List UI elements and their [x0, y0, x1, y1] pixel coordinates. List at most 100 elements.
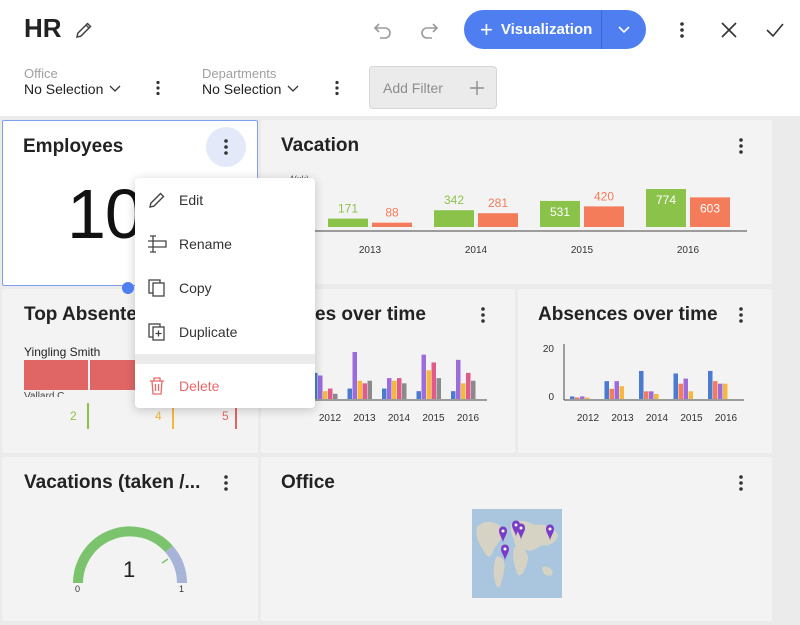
office-card[interactable]: Office: [261, 457, 772, 621]
confirm-check-icon[interactable]: [762, 17, 788, 43]
filter-departments[interactable]: Departments No Selection: [202, 66, 299, 97]
office-card-options-icon[interactable]: [729, 471, 753, 495]
absence-bar: [673, 373, 678, 399]
pencil-icon: [135, 190, 179, 210]
absence-bar: [649, 391, 654, 399]
vacation-bar: [372, 222, 412, 227]
undo-icon[interactable]: [370, 17, 396, 43]
absence-bar: [456, 359, 461, 399]
absence-bar: [570, 396, 575, 399]
menu-item-edit[interactable]: Edit: [135, 178, 315, 222]
duplicate-icon: [135, 322, 179, 342]
absence-bar: [24, 360, 88, 390]
edit-title-pencil-icon[interactable]: [72, 18, 96, 42]
vacations-gauge-card[interactable]: Vacations (taken /... 1 0 1: [2, 457, 258, 621]
x-tick-label: 2013: [359, 245, 382, 256]
vacation-card[interactable]: Vacation 4(xk) 1718820133422812014531420…: [261, 120, 772, 284]
absence-bar: [431, 362, 436, 399]
x-tick-label: 2013: [353, 413, 376, 424]
absence-bar: [323, 391, 328, 399]
card-title: Office: [281, 472, 335, 493]
absence-bar: [575, 397, 580, 399]
x-tick-label: 2015: [571, 245, 594, 256]
resize-handle[interactable]: [122, 282, 134, 294]
filter-value[interactable]: No Selection: [24, 81, 121, 97]
absences-over-time-card-2[interactable]: Absences over time 2012 2013 2014 2015 2016 2…: [518, 289, 772, 453]
plus-icon: [470, 80, 484, 95]
add-visualization-main[interactable]: + Visualization: [464, 10, 601, 49]
absence-bar: [614, 381, 619, 399]
filter-label: Office: [24, 66, 58, 81]
x-tick-label: 2014: [646, 413, 669, 424]
absence-bar: [585, 397, 590, 399]
add-filter-label: Add Filter: [383, 79, 443, 96]
absence-bar: [90, 360, 138, 390]
menu-item-label: Duplicate: [179, 324, 238, 340]
menu-item-label: Delete: [179, 378, 220, 394]
data-label: 88: [385, 206, 399, 220]
absence-bar: [318, 375, 323, 399]
gauge-chart: [73, 526, 187, 584]
filter-office[interactable]: Office No Selection: [24, 66, 121, 97]
vacation-bar: [328, 218, 368, 227]
absence-bar: [426, 370, 431, 399]
x-tick-label: 2015: [680, 413, 703, 424]
menu-item-duplicate[interactable]: Duplicate: [135, 310, 315, 354]
absence-bar: [683, 378, 688, 399]
filter-office-options-icon[interactable]: [148, 76, 168, 100]
redo-icon[interactable]: [416, 17, 442, 43]
tick-label: 4: [155, 409, 162, 423]
absence-bar: [678, 383, 683, 399]
add-filter-button[interactable]: Add Filter: [369, 66, 497, 109]
plus-icon: +: [480, 16, 493, 42]
visualization-dropdown-button[interactable]: [602, 10, 646, 49]
absence-bar: [619, 386, 624, 399]
close-icon[interactable]: [716, 17, 742, 43]
gauge-min: 0: [75, 584, 81, 594]
absence-bar: [713, 381, 718, 399]
chevron-down-icon: [109, 85, 121, 92]
x-tick-label: 2012: [577, 413, 600, 424]
gauge-remainder: [165, 545, 187, 584]
menu-item-rename[interactable]: Rename: [135, 222, 315, 266]
y-tick-label: 20: [543, 344, 555, 355]
menu-item-copy[interactable]: Copy: [135, 266, 315, 310]
absence-bar: [471, 380, 476, 399]
card-title: Employees: [23, 136, 124, 157]
add-visualization-button[interactable]: + Visualization: [464, 10, 646, 49]
rename-icon: [135, 234, 179, 254]
data-label: 281: [488, 196, 508, 210]
more-options-icon[interactable]: [670, 17, 694, 43]
x-tick-label: 2016: [457, 413, 480, 424]
menu-item-label: Copy: [179, 280, 212, 296]
gauge-needle: [161, 558, 169, 564]
vacation-chart: 171 88 2013 342 281 2014 531 420 2015 774 603 2016: [313, 189, 747, 256]
dashboard-title: HR: [24, 13, 62, 43]
data-label: 603: [700, 201, 720, 215]
x-tick-label: 2016: [677, 245, 700, 256]
absence-bar: [708, 370, 713, 399]
absence-bar: [604, 381, 609, 399]
filter-departments-options-icon[interactable]: [327, 76, 347, 100]
absence-bar: [644, 391, 649, 399]
menu-item-delete[interactable]: Delete: [135, 364, 315, 408]
absence-bar: [461, 383, 466, 399]
x-tick-label: 2016: [715, 413, 738, 424]
filter-value[interactable]: No Selection: [202, 81, 299, 97]
absence-bar: [367, 380, 372, 399]
menu-divider: [135, 354, 315, 364]
absences-chart-2: 2012 2013 2014 2015 2016 20 0: [543, 344, 744, 424]
absence-bar: [466, 372, 471, 399]
data-label: 171: [338, 202, 358, 216]
absence-bar: [718, 383, 723, 399]
data-label: 774: [656, 193, 676, 207]
world-map[interactable]: [472, 509, 562, 598]
employees-card-options-icon[interactable]: [206, 127, 246, 167]
x-tick-label: 2013: [611, 413, 634, 424]
x-tick-label: 2012: [319, 413, 342, 424]
kpi-value: 10: [67, 175, 144, 253]
absence-bar: [357, 380, 362, 399]
absence-bar: [688, 391, 693, 399]
vacation-bar: [584, 206, 624, 227]
absence-bar: [333, 393, 338, 399]
